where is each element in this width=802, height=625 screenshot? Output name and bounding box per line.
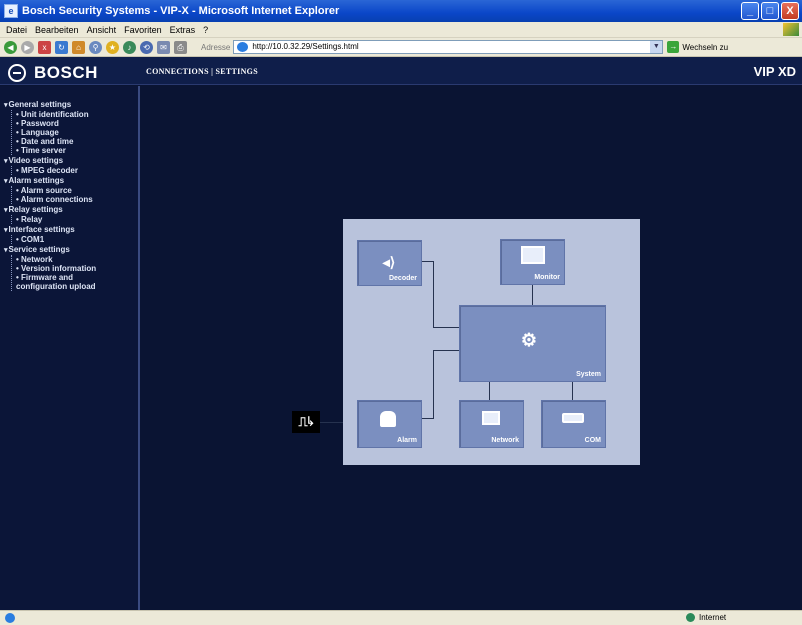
address-bar[interactable]: http://10.0.32.29/Settings.html ▼ [233,40,664,54]
sidebar-item-network[interactable]: Network [16,255,138,264]
sidebar-item-alarm-source[interactable]: Alarm source [16,186,138,195]
security-zone: Internet [686,613,726,622]
menu-favorites[interactable]: Favoriten [124,25,162,35]
print-icon[interactable]: ⎙ [174,40,187,54]
minimize-button[interactable]: _ [741,2,759,20]
sidebar-item-firmware-upload[interactable]: Firmware and [16,273,138,282]
forward-icon[interactable]: ▶ [21,40,34,54]
section-general-settings[interactable]: General settings [4,100,138,110]
sidebar-item-password[interactable]: Password [16,119,138,128]
bosch-armature-icon [8,64,26,82]
menu-bar: Datei Bearbeiten Ansicht Favoriten Extra… [0,22,802,38]
address-url: http://10.0.32.29/Settings.html [252,42,359,51]
title-bar: e Bosch Security Systems - VIP-X - Micro… [0,0,802,22]
window-title: Bosch Security Systems - VIP-X - Microso… [22,5,340,17]
mail-icon[interactable]: ✉ [157,40,170,54]
top-nav[interactable]: CONNECTIONS | SETTINGS [146,67,258,76]
sidebar-item-mpeg-decoder[interactable]: MPEG decoder [16,166,138,175]
alarm-box[interactable]: Alarm [357,400,422,448]
address-label: Adresse [201,42,231,52]
menu-file[interactable]: Datei [6,25,27,35]
bell-icon [380,411,396,427]
sidebar-item-alarm-connections[interactable]: Alarm connections [16,195,138,204]
speaker-icon: ◂⟩ [382,254,396,270]
internet-zone-icon [686,613,695,622]
sidebar-item-com1[interactable]: COM1 [16,235,138,244]
go-arrow-icon: → [667,41,680,53]
signal-connector [320,422,344,423]
com-label: COM [584,437,601,444]
main-content: ⎍↳ ◂⟩ Decoder Monitor ⚙ System Alarm Net… [142,86,802,610]
monitor-box[interactable]: Monitor [500,239,565,285]
sidebar-item-version-information[interactable]: Version information [16,264,138,273]
decoder-label: Decoder [388,275,417,282]
alarm-input-signal-icon: ⎍↳ [292,411,320,433]
network-label: Network [491,437,519,444]
menu-edit[interactable]: Bearbeiten [35,25,79,35]
stop-icon[interactable]: x [38,40,51,54]
system-box[interactable]: ⚙ System [459,305,606,382]
refresh-icon[interactable]: ↻ [55,40,68,54]
favorites-icon[interactable]: ★ [106,40,119,54]
maximize-button[interactable]: □ [761,2,779,20]
alarm-label: Alarm [397,437,417,444]
product-name: VIP XD [753,64,796,79]
status-bar: Internet [0,610,802,625]
go-button[interactable]: → Wechseln zu [667,41,728,53]
decoder-connector-v [433,261,434,328]
section-relay-settings[interactable]: Relay settings [4,205,138,215]
alarm-connector-h2 [422,418,434,419]
monitor-icon [521,246,545,264]
page-header: BOSCH CONNECTIONS | SETTINGS VIP XD [0,57,802,85]
search-icon[interactable]: ⚲ [89,40,102,54]
browser-window: e Bosch Security Systems - VIP-X - Micro… [0,0,802,625]
home-icon[interactable]: ⌂ [72,40,85,54]
menu-help[interactable]: ? [203,25,208,35]
sidebar-item-relay[interactable]: Relay [16,215,138,224]
network-connector [489,382,490,400]
section-video-settings[interactable]: Video settings [4,156,138,166]
page-icon [237,42,249,52]
alarm-connector-h [433,350,459,351]
page-status-icon [5,613,15,623]
toolbar: ◀ ▶ x ↻ ⌂ ⚲ ★ ♪ ⟲ ✉ ⎙ Adresse http://10.… [0,38,802,57]
sidebar-item-time-server[interactable]: Time server [16,146,138,155]
sidebar-item-firmware-upload-cont[interactable]: configuration upload [16,282,138,291]
section-service-settings[interactable]: Service settings [4,245,138,255]
address-dropdown-icon[interactable]: ▼ [650,41,663,53]
brand-name: BOSCH [34,63,98,82]
network-port-icon [482,411,500,425]
alarm-connector-v [433,350,434,418]
sidebar-item-date-and-time[interactable]: Date and time [16,137,138,146]
history-icon[interactable]: ⟲ [140,40,153,54]
ie-app-icon: e [4,4,18,18]
connection-diagram: ◂⟩ Decoder Monitor ⚙ System Alarm Networ… [343,219,640,465]
menu-view[interactable]: Ansicht [87,25,117,35]
sidebar-item-language[interactable]: Language [16,128,138,137]
gears-icon: ⚙ [520,330,538,350]
close-button[interactable]: X [781,2,799,20]
windows-flag-icon [783,23,799,36]
monitor-connector [532,285,533,305]
settings-sidebar: General settings Unit identification Pas… [0,86,140,610]
bosch-logo: BOSCH [8,63,98,83]
section-interface-settings[interactable]: Interface settings [4,225,138,235]
decoder-connector-h2 [433,327,459,328]
network-box[interactable]: Network [459,400,524,448]
media-icon[interactable]: ♪ [123,40,136,54]
com-box[interactable]: COM [541,400,606,448]
window-controls: _ □ X [741,2,799,20]
go-label: Wechseln zu [682,42,729,52]
system-label: System [576,371,601,378]
sidebar-item-unit-identification[interactable]: Unit identification [16,110,138,119]
back-icon[interactable]: ◀ [4,40,17,54]
serial-port-icon [562,413,584,423]
zone-label: Internet [699,613,727,622]
com-connector [572,382,573,400]
decoder-box[interactable]: ◂⟩ Decoder [357,240,422,286]
menu-tools[interactable]: Extras [170,25,196,35]
section-alarm-settings[interactable]: Alarm settings [4,176,138,186]
monitor-label: Monitor [534,274,560,281]
